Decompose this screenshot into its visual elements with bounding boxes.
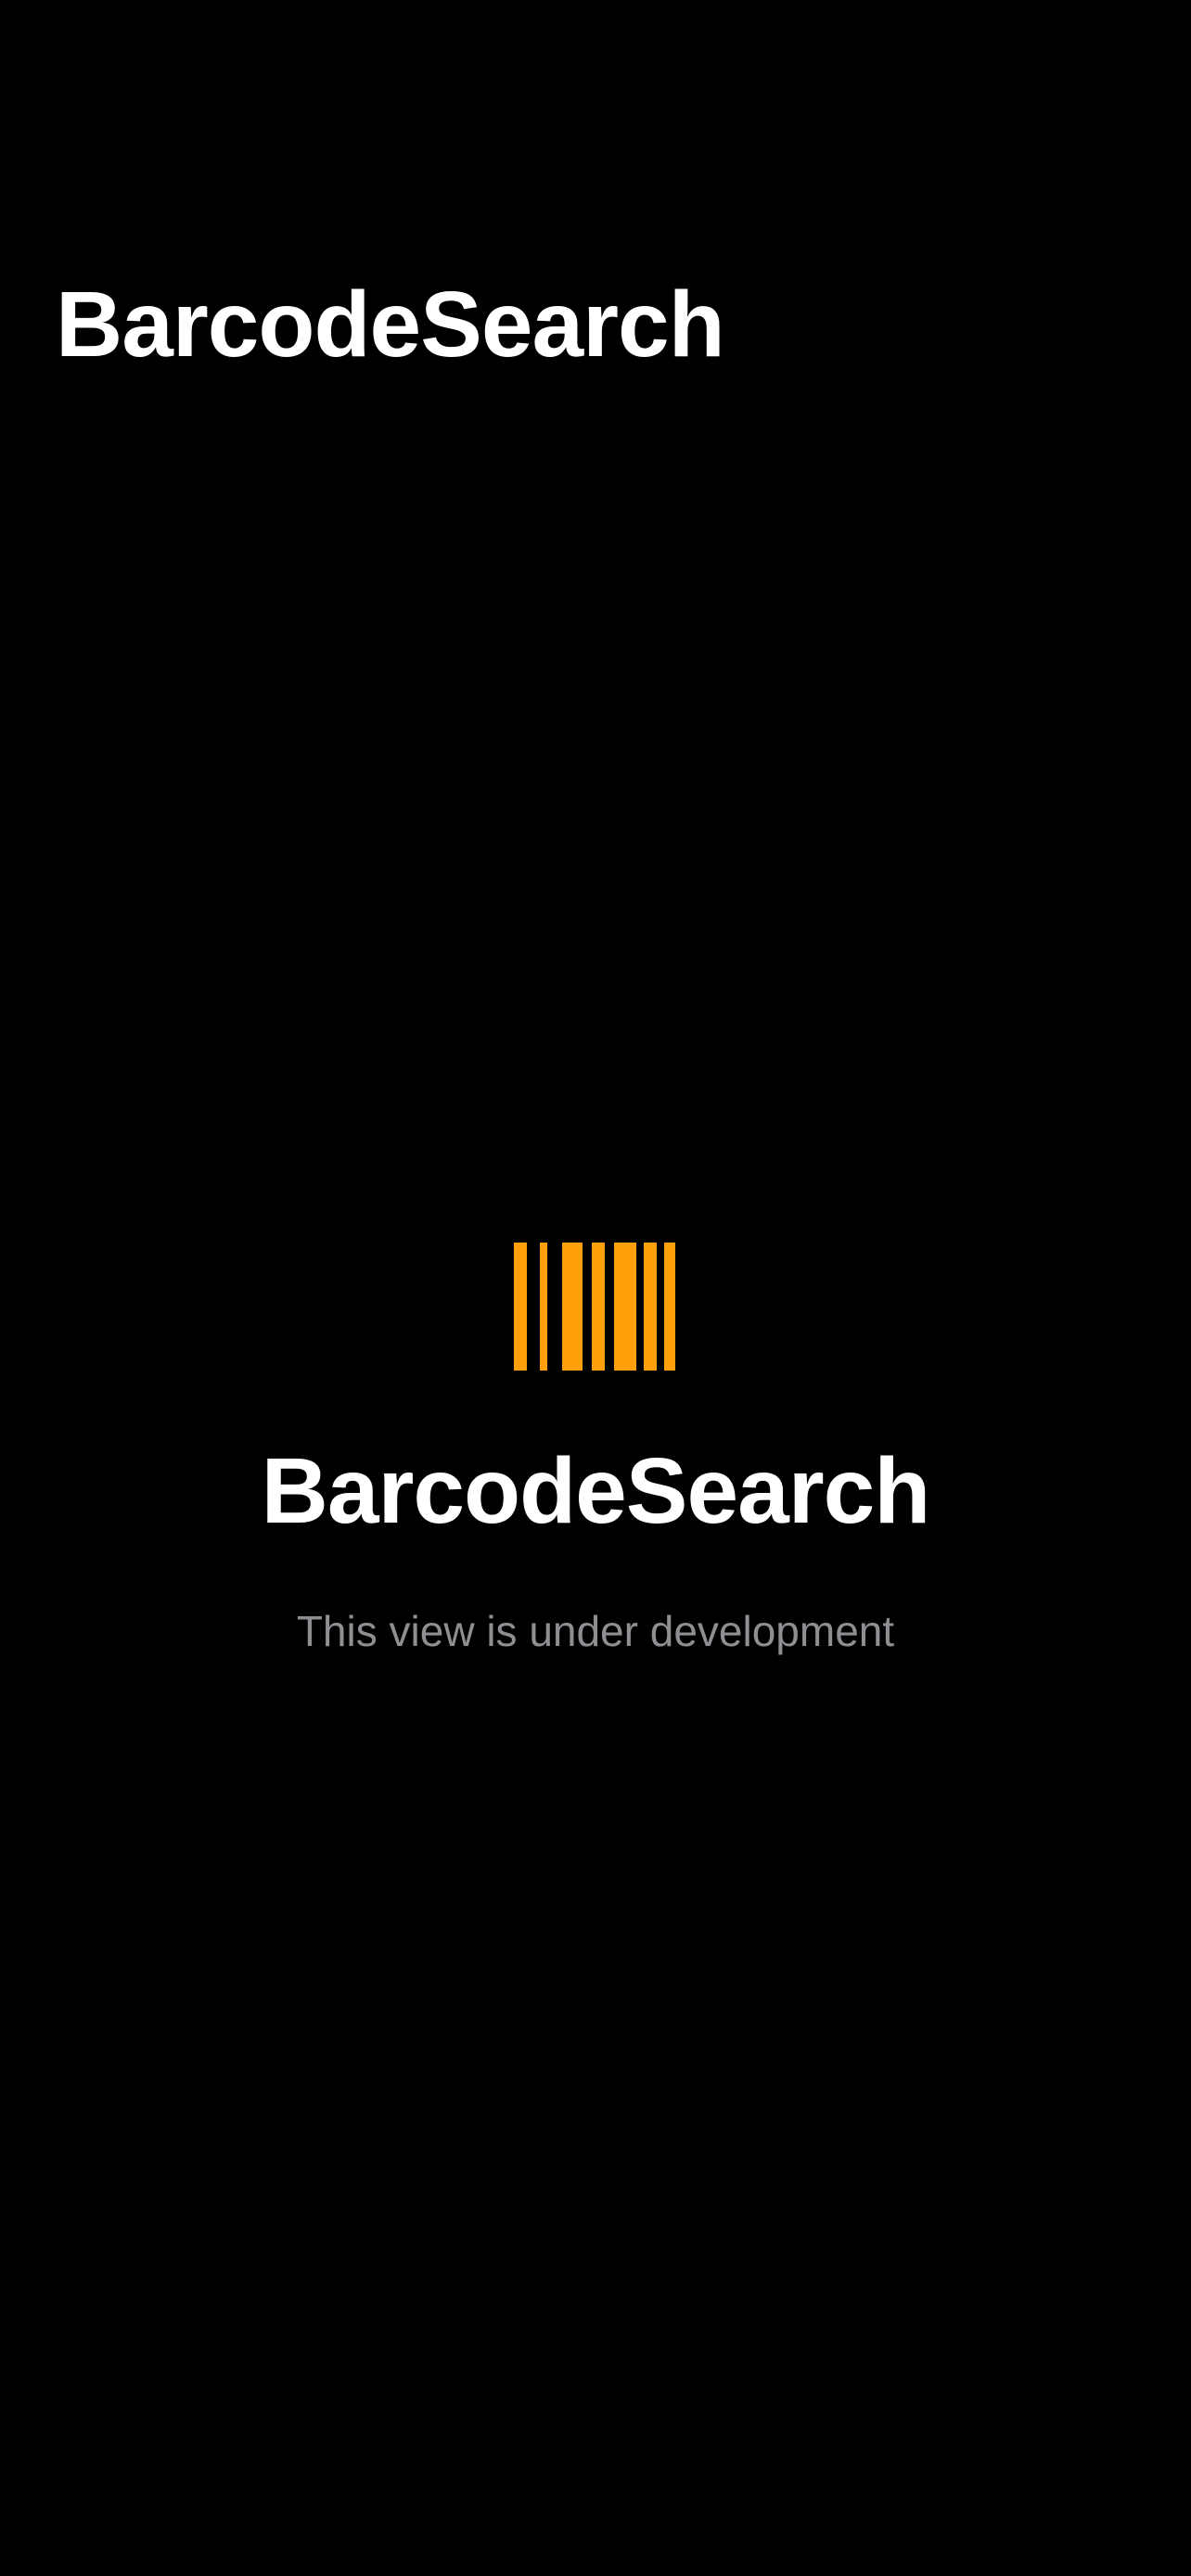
navigation-title: BarcodeSearch <box>56 273 725 376</box>
placeholder-subtitle: This view is under development <box>296 1607 895 1655</box>
placeholder-title: BarcodeSearch <box>261 1439 931 1543</box>
placeholder-view: BarcodeSearch This view is under develop… <box>0 1243 1191 1652</box>
barcode-icon <box>514 1243 675 1371</box>
